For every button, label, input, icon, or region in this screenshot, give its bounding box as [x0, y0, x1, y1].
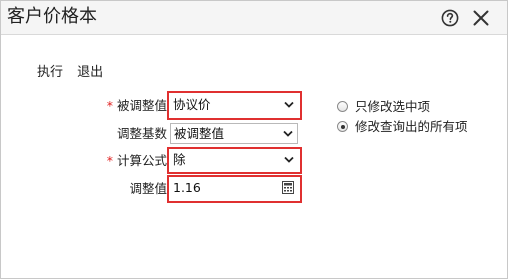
- adjust-amount-label: 调整值: [129, 181, 167, 196]
- exit-button[interactable]: 退出: [77, 61, 103, 80]
- formula-label: 计算公式: [116, 153, 167, 168]
- radio-option-selected-only[interactable]: 只修改选中项: [337, 97, 468, 117]
- adjust-base-selected: 被调整值: [174, 126, 225, 141]
- adjusted-value-label: 被调整值: [116, 98, 167, 113]
- required-mark: *: [106, 98, 113, 113]
- toolbar: 执行 退出: [37, 61, 113, 80]
- execute-button[interactable]: 执行: [37, 61, 63, 80]
- radio-label-all-queried: 修改查询出的所有项: [355, 119, 468, 134]
- title-bar: 客户价格本: [1, 1, 507, 35]
- adjusted-value-label-wrap: * 被调整值: [1, 95, 167, 117]
- chevron-down-icon: [283, 130, 293, 137]
- close-icon: [473, 10, 489, 26]
- radio-option-all-queried[interactable]: 修改查询出的所有项: [337, 117, 468, 137]
- highlight-box-adjusted-value: [167, 91, 302, 120]
- formula-label-wrap: * 计算公式: [1, 150, 167, 172]
- radio-label-selected-only: 只修改选中项: [355, 99, 431, 114]
- required-mark: *: [106, 153, 113, 168]
- radio-checked-icon: [337, 121, 348, 132]
- close-button[interactable]: [471, 8, 491, 28]
- scope-radio-group: 只修改选中项 修改查询出的所有项: [337, 97, 468, 137]
- help-button[interactable]: [441, 9, 459, 27]
- help-circle-icon: [441, 9, 459, 27]
- radio-unchecked-icon: [337, 101, 348, 112]
- highlight-box-formula: [167, 147, 302, 174]
- adjust-base-select[interactable]: 被调整值: [170, 123, 298, 144]
- adjust-base-label: 调整基数: [116, 126, 167, 141]
- highlight-box-adjust-amount: [167, 175, 302, 203]
- customer-price-book-dialog: 客户价格本 执行 退出 * 被调整值 协议价 调整基数 被调整值 * 计算公式 …: [0, 0, 508, 279]
- dialog-title: 客户价格本: [7, 6, 97, 27]
